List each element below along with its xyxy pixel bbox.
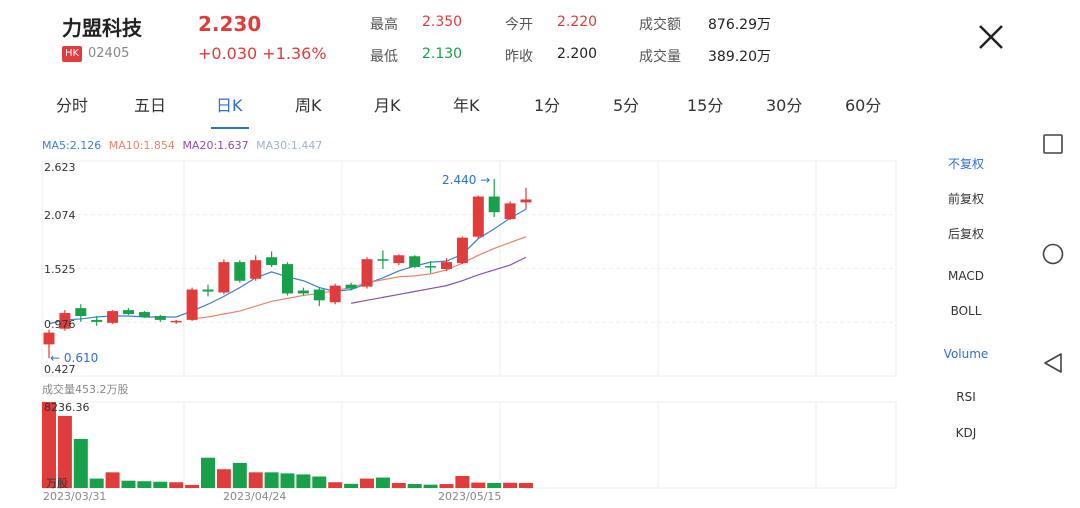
- volume-bar: [185, 484, 200, 488]
- volume-bar: [375, 477, 390, 488]
- side-btn-macd[interactable]: MACD: [936, 269, 996, 283]
- candle-body: [297, 290, 309, 294]
- volume-bar: [423, 484, 438, 488]
- candle-body: [488, 196, 500, 213]
- volume-bar: [89, 478, 104, 488]
- volume-bar: [328, 482, 343, 488]
- volume-bar: [471, 482, 486, 488]
- volume-bar: [296, 474, 311, 488]
- volume-bar: [73, 438, 88, 488]
- candle-body: [504, 203, 516, 220]
- candle-body: [138, 312, 150, 317]
- y-tick-label: 0.976: [44, 318, 76, 331]
- candle-body: [313, 289, 325, 301]
- high-annotation: 2.440 →: [442, 173, 491, 187]
- volume-bar: [391, 482, 406, 488]
- volume-title: 成交量453.2万股: [42, 383, 129, 396]
- side-btn-no-adjust[interactable]: 不复权: [936, 155, 996, 172]
- volume-bar: [216, 469, 231, 488]
- candle-body: [186, 289, 198, 320]
- volume-bar: [153, 481, 168, 488]
- candle-body: [218, 262, 230, 293]
- volume-bar: [121, 480, 136, 488]
- volume-bar: [137, 481, 152, 488]
- y-tick-label: 2.623: [44, 161, 76, 174]
- candle-body: [393, 255, 405, 264]
- side-btn-boll[interactable]: BOLL: [936, 304, 996, 318]
- candle-body: [107, 311, 119, 323]
- y-tick-label: 2.074: [44, 209, 76, 222]
- candle-body: [520, 199, 532, 203]
- side-btn-backward-adjust[interactable]: 后复权: [936, 225, 996, 242]
- candle-body: [329, 285, 341, 303]
- candle-body: [43, 332, 55, 345]
- candle-body: [75, 308, 87, 316]
- low-annotation: ← 0.610: [50, 351, 99, 365]
- volume-area-frame: [41, 401, 897, 489]
- volume-bar: [455, 475, 470, 488]
- volume-max-label: 8236.36: [44, 401, 90, 414]
- candle-body: [91, 319, 103, 322]
- side-btn-rsi[interactable]: RSI: [936, 390, 996, 404]
- side-btn-kdj[interactable]: KDJ: [936, 426, 996, 440]
- nav-home-button[interactable]: [1042, 243, 1064, 265]
- volume-bar: [280, 473, 295, 488]
- y-tick-label: 1.525: [44, 263, 76, 276]
- volume-bar: [407, 484, 422, 488]
- x-date-label: 2023/04/24: [223, 490, 287, 503]
- nav-recents-button[interactable]: [1043, 134, 1063, 154]
- candle-body: [234, 262, 246, 281]
- volume-unit-label: 万股: [46, 477, 68, 490]
- candle-body: [266, 257, 278, 266]
- volume-bar: [487, 482, 502, 488]
- triangle-back-icon: [1044, 353, 1062, 373]
- volume-bar: [169, 482, 184, 488]
- side-btn-volume[interactable]: Volume: [936, 347, 996, 361]
- candle-body: [282, 264, 293, 294]
- price-chart[interactable]: [0, 0, 1080, 508]
- volume-bar: [344, 483, 359, 488]
- candle-body: [123, 310, 134, 315]
- square-icon: [1043, 134, 1063, 154]
- volume-bar: [360, 478, 374, 488]
- volume-bar: [248, 472, 263, 488]
- candle-body: [425, 266, 437, 268]
- volume-bar: [312, 476, 327, 488]
- candle-body: [472, 196, 484, 237]
- candle-body: [202, 289, 214, 292]
- candle-body: [441, 262, 452, 269]
- x-date-label: 2023/05/15: [438, 490, 502, 503]
- volume-bar: [232, 462, 247, 488]
- x-date-label: 2023/03/31: [43, 490, 107, 503]
- volume-bar: [201, 457, 215, 488]
- volume-bar: [439, 484, 454, 488]
- candle-body: [361, 259, 373, 287]
- circle-icon: [1042, 243, 1064, 265]
- candle-body: [409, 256, 421, 268]
- volume-bar: [503, 482, 518, 488]
- candle-body: [250, 260, 262, 279]
- candle-body: [456, 237, 468, 264]
- volume-bar: [519, 482, 533, 488]
- volume-bar: [105, 472, 120, 488]
- side-btn-forward-adjust[interactable]: 前复权: [936, 190, 996, 207]
- candle-body: [377, 259, 389, 261]
- candle-body: [170, 320, 182, 323]
- nav-back-button[interactable]: [1043, 352, 1063, 374]
- candle-body: [345, 284, 357, 289]
- volume-bar: [264, 472, 279, 488]
- candle-body: [154, 315, 166, 320]
